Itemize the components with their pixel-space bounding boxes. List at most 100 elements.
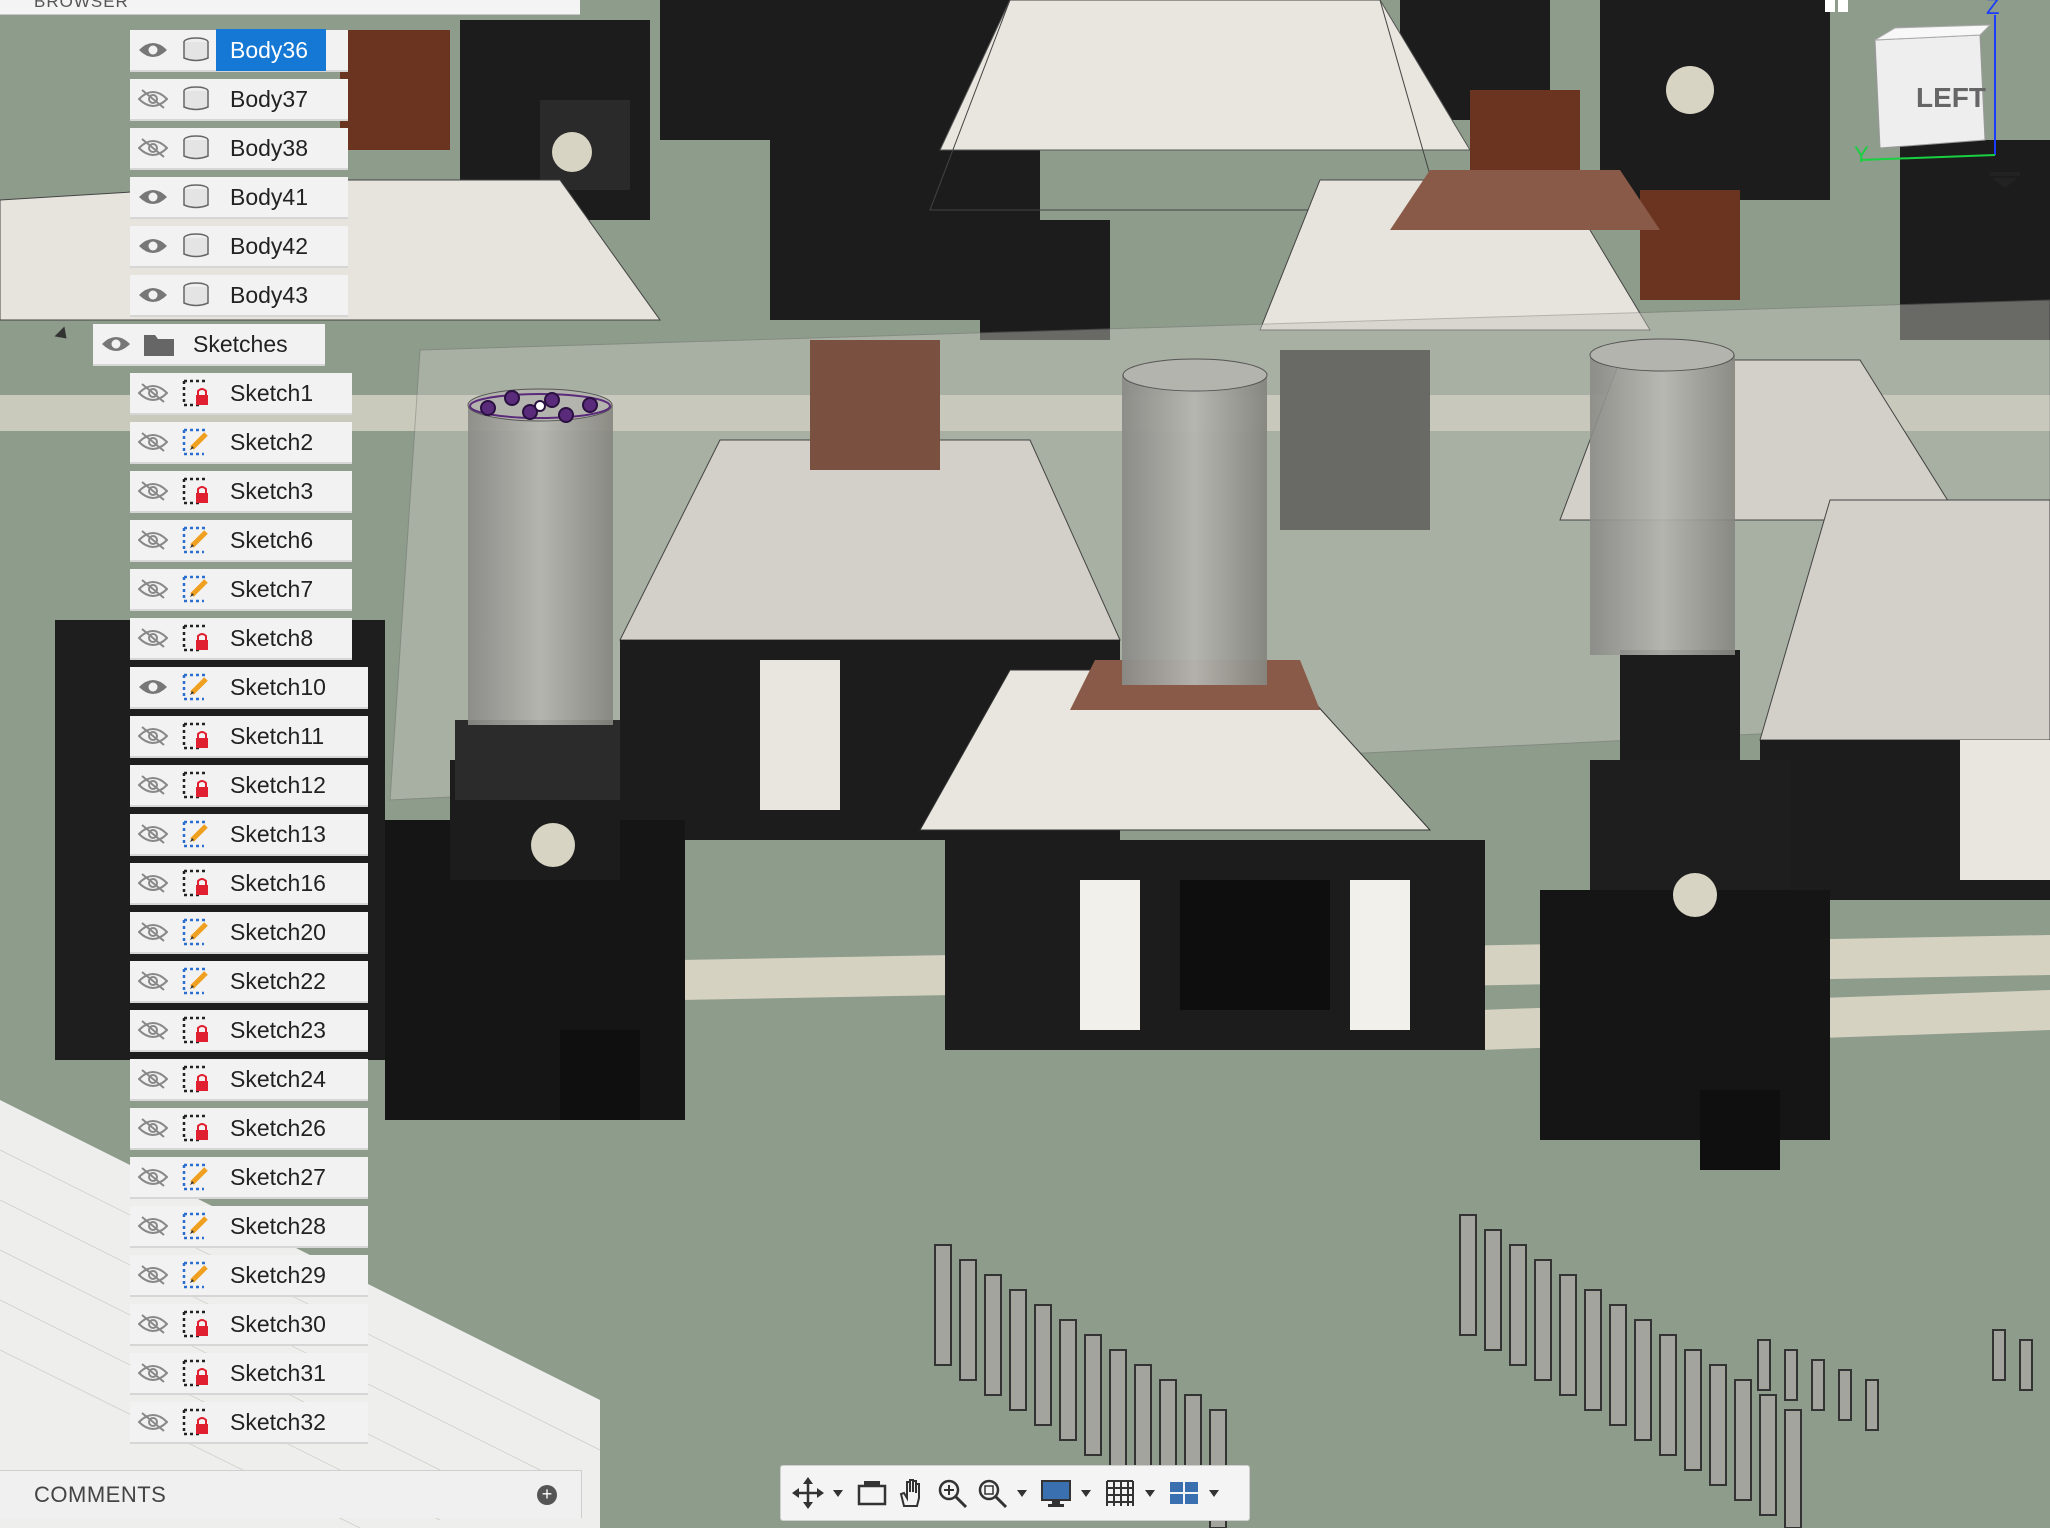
eye-hidden-icon[interactable] — [130, 617, 176, 659]
eye-icon[interactable] — [93, 323, 139, 365]
sketch-locked-icon — [176, 1009, 216, 1051]
eye-icon[interactable] — [130, 176, 176, 218]
look-at-icon[interactable] — [855, 1473, 889, 1513]
body-item-body37[interactable]: Body37 — [130, 79, 348, 121]
view-cube[interactable]: LEFT Z Y — [1820, 0, 2050, 200]
sketch-item-sketch6[interactable]: Sketch6 — [130, 520, 352, 562]
sketch-item-sketch20[interactable]: Sketch20 — [130, 912, 368, 954]
browser-header[interactable]: BROWSER — [0, 0, 580, 15]
sketch-item-sketch10[interactable]: Sketch10 — [130, 667, 368, 709]
eye-hidden-icon[interactable] — [130, 568, 176, 610]
body-item-label: Body42 — [230, 233, 309, 259]
sketch-item-label: Sketch7 — [230, 576, 314, 602]
display-settings-icon[interactable] — [1039, 1473, 1073, 1513]
sketch-edit-icon — [176, 1156, 216, 1198]
sketch-item-sketch16[interactable]: Sketch16 — [130, 863, 368, 905]
sketch-edit-icon — [176, 519, 216, 561]
sketch-item-sketch2[interactable]: Sketch2 — [130, 422, 352, 464]
body-item-label: Body36 — [216, 29, 327, 71]
grid-icon[interactable] — [1103, 1473, 1137, 1513]
eye-icon[interactable] — [130, 225, 176, 267]
add-comment-icon[interactable]: + — [537, 1484, 557, 1505]
eye-hidden-icon[interactable] — [130, 1303, 176, 1345]
orbit-dropdown-icon[interactable] — [833, 1489, 843, 1497]
sketch-item-sketch13[interactable]: Sketch13 — [130, 814, 368, 856]
sketch-edit-icon — [176, 1205, 216, 1247]
comments-panel[interactable]: COMMENTS + — [0, 1470, 582, 1518]
sketch-item-sketch3[interactable]: Sketch3 — [130, 471, 352, 513]
viewports-dropdown-icon[interactable] — [1209, 1489, 1219, 1497]
sketch-item-sketch11[interactable]: Sketch11 — [130, 716, 368, 758]
sketch-item-sketch27[interactable]: Sketch27 — [130, 1157, 368, 1199]
eye-hidden-icon[interactable] — [130, 1352, 176, 1394]
sketch-item-sketch24[interactable]: Sketch24 — [130, 1059, 368, 1101]
body-item-body42[interactable]: Body42 — [130, 226, 348, 268]
sketch-item-label: Sketch32 — [230, 1409, 326, 1435]
sketch-locked-icon — [176, 715, 216, 757]
sketch-item-sketch26[interactable]: Sketch26 — [130, 1108, 368, 1150]
sketch-item-sketch29[interactable]: Sketch29 — [130, 1255, 368, 1297]
eye-hidden-icon[interactable] — [130, 1254, 176, 1296]
eye-hidden-icon[interactable] — [130, 764, 176, 806]
sketch-item-label: Sketch8 — [230, 625, 314, 651]
sketch-item-sketch31[interactable]: Sketch31 — [130, 1353, 368, 1395]
zoom-icon[interactable] — [935, 1473, 969, 1513]
orbit-icon[interactable] — [791, 1473, 825, 1513]
eye-icon[interactable] — [130, 274, 176, 316]
sketch-locked-icon — [176, 617, 216, 659]
viewports-icon[interactable] — [1167, 1473, 1201, 1513]
body-item-body41[interactable]: Body41 — [130, 177, 348, 219]
view-cube-face-label[interactable]: LEFT — [1916, 82, 1986, 114]
body-item-body38[interactable]: Body38 — [130, 128, 348, 170]
eye-hidden-icon[interactable] — [130, 421, 176, 463]
eye-hidden-icon[interactable] — [130, 519, 176, 561]
sketch-item-sketch32[interactable]: Sketch32 — [130, 1402, 368, 1444]
display-dropdown-icon[interactable] — [1081, 1489, 1091, 1497]
sketch-item-label: Sketch1 — [230, 380, 314, 406]
sketch-item-sketch28[interactable]: Sketch28 — [130, 1206, 368, 1248]
eye-icon[interactable] — [130, 666, 176, 708]
sketch-item-label: Sketch26 — [230, 1115, 326, 1141]
eye-icon[interactable] — [130, 29, 176, 71]
eye-hidden-icon[interactable] — [130, 862, 176, 904]
sketch-item-sketch30[interactable]: Sketch30 — [130, 1304, 368, 1346]
sketch-edit-icon — [176, 421, 216, 463]
zoom-dropdown-icon[interactable] — [1017, 1489, 1027, 1497]
eye-hidden-icon[interactable] — [130, 911, 176, 953]
sketch-item-sketch23[interactable]: Sketch23 — [130, 1010, 368, 1052]
sketch-item-label: Sketch30 — [230, 1311, 326, 1337]
body-item-body43[interactable]: Body43 — [130, 275, 348, 317]
body-item-body36[interactable]: Body36 — [130, 29, 348, 72]
sketch-item-sketch7[interactable]: Sketch7 — [130, 569, 352, 611]
sketch-item-sketch8[interactable]: Sketch8 — [130, 618, 352, 660]
grid-dropdown-icon[interactable] — [1145, 1489, 1155, 1497]
sketch-locked-icon — [176, 1058, 216, 1100]
sketch-item-label: Sketch10 — [230, 674, 326, 700]
sketch-item-label: Sketch3 — [230, 478, 314, 504]
body-item-label: Body43 — [230, 282, 309, 308]
eye-hidden-icon[interactable] — [130, 127, 176, 169]
eye-hidden-icon[interactable] — [130, 1058, 176, 1100]
eye-hidden-icon[interactable] — [130, 1156, 176, 1198]
sketch-edit-icon — [176, 911, 216, 953]
folder-item-sketches[interactable]: Sketches — [93, 324, 325, 366]
body-icon — [176, 176, 216, 218]
eye-hidden-icon[interactable] — [130, 1401, 176, 1443]
sketch-item-sketch1[interactable]: Sketch1 — [130, 373, 352, 415]
sketch-item-sketch12[interactable]: Sketch12 — [130, 765, 368, 807]
eye-hidden-icon[interactable] — [130, 960, 176, 1002]
eye-hidden-icon[interactable] — [130, 1107, 176, 1149]
body-icon — [176, 225, 216, 267]
eye-hidden-icon[interactable] — [130, 78, 176, 120]
eye-hidden-icon[interactable] — [130, 470, 176, 512]
eye-hidden-icon[interactable] — [130, 813, 176, 855]
pan-icon[interactable] — [895, 1473, 929, 1513]
eye-hidden-icon[interactable] — [130, 372, 176, 414]
sketch-locked-icon — [176, 764, 216, 806]
eye-hidden-icon[interactable] — [130, 1009, 176, 1051]
fit-icon[interactable] — [975, 1473, 1009, 1513]
sketch-locked-icon — [176, 372, 216, 414]
eye-hidden-icon[interactable] — [130, 1205, 176, 1247]
eye-hidden-icon[interactable] — [130, 715, 176, 757]
sketch-item-sketch22[interactable]: Sketch22 — [130, 961, 368, 1003]
